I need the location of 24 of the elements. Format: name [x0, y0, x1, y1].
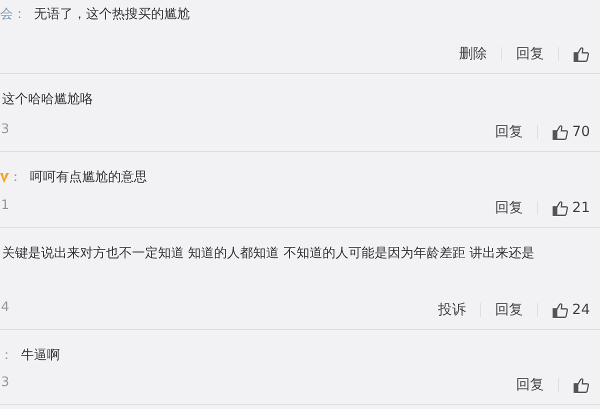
comment-date: 4 [1, 299, 10, 318]
action-link[interactable]: 回复 [495, 198, 524, 218]
comment-text: 牛逼啊 [21, 347, 60, 365]
comment-text: 呵呵有点尴尬的意思 [30, 169, 147, 187]
action-link[interactable]: 回复 [516, 374, 544, 396]
thumbs-up-icon[interactable] [552, 200, 570, 216]
action-link[interactable]: 回复 [495, 300, 524, 320]
thumbs-up-icon[interactable] [552, 302, 570, 318]
comment-date: 3 [1, 121, 10, 140]
comment-date: 1 [1, 197, 10, 216]
comment-text: 关键是说出来对方也不一定知道 知道的人都知道 不知道的人可能是因为年龄差距 讲出来还是 [2, 245, 534, 263]
thumbs-up-icon[interactable] [573, 376, 590, 394]
comment-text: 无语了，这个热搜买的尴尬 [34, 6, 190, 24]
comment-text: 这个哈哈尴尬咯 [2, 91, 93, 109]
action-link[interactable]: 投诉 [438, 300, 466, 320]
action-link[interactable]: 删除 [459, 44, 487, 64]
like-count: 70 [572, 122, 590, 142]
action-link[interactable]: 回复 [495, 122, 524, 142]
comment-date: 3 [1, 374, 10, 392]
like-count: 21 [572, 198, 590, 218]
like-count: 24 [572, 300, 590, 320]
action-link[interactable]: 回复 [516, 44, 544, 64]
thumbs-up-icon[interactable] [573, 46, 590, 62]
thumbs-up-icon[interactable] [552, 124, 570, 140]
